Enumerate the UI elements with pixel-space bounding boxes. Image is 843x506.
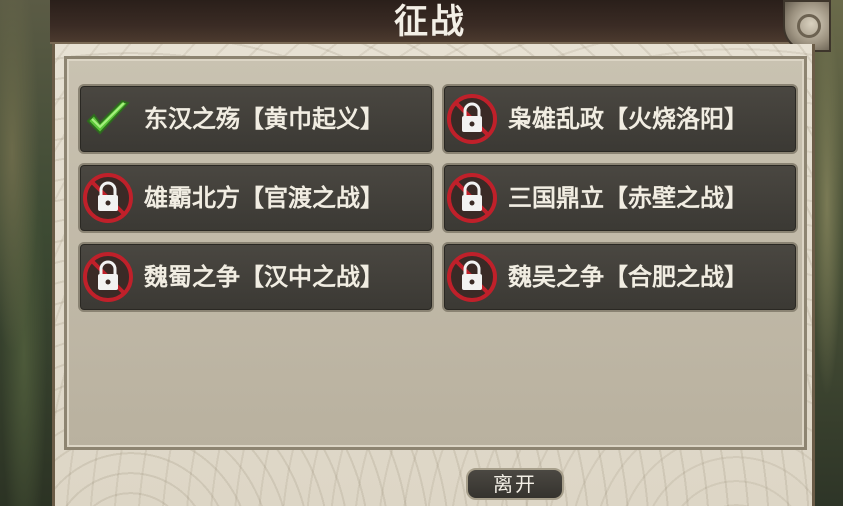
campaign-label: 三国鼎立【赤壁之战】 bbox=[508, 184, 748, 212]
campaign-label: 枭雄乱政【火烧洛阳】 bbox=[508, 105, 748, 133]
page-title: 征战 bbox=[394, 2, 466, 42]
title-bar: 征战 bbox=[50, 0, 810, 44]
lock-icon bbox=[447, 94, 497, 144]
campaign-tile-hefei[interactable]: 魏吴之争【合肥之战】 bbox=[442, 242, 798, 312]
lock-icon bbox=[83, 252, 133, 302]
campaign-tile-guandu[interactable]: 雄霸北方【官渡之战】 bbox=[78, 163, 434, 233]
campaign-label: 东汉之殇【黄巾起义】 bbox=[144, 105, 384, 133]
campaign-label: 雄霸北方【官渡之战】 bbox=[144, 184, 384, 212]
campaign-tile-red-cliffs[interactable]: 三国鼎立【赤壁之战】 bbox=[442, 163, 798, 233]
lock-icon bbox=[447, 173, 497, 223]
campaign-tile-hanzhong[interactable]: 魏蜀之争【汉中之战】 bbox=[78, 242, 434, 312]
campaign-tile-luoyang[interactable]: 枭雄乱政【火烧洛阳】 bbox=[442, 84, 798, 154]
campaign-tile-yellow-turban[interactable]: 东汉之殇【黄巾起义】 bbox=[78, 84, 434, 154]
exit-button[interactable]: 离开 bbox=[466, 468, 564, 500]
campaign-label: 魏蜀之争【汉中之战】 bbox=[144, 263, 384, 291]
lock-icon bbox=[83, 173, 133, 223]
checkmark-icon bbox=[86, 99, 130, 135]
lock-icon bbox=[447, 252, 497, 302]
campaign-label: 魏吴之争【合肥之战】 bbox=[508, 263, 748, 291]
campaign-grid: 东汉之殇【黄巾起义】 枭雄乱政【火烧洛阳】 雄霸北方【官渡之战】 三国鼎立【赤壁… bbox=[78, 84, 798, 312]
background-landscape-left bbox=[0, 0, 60, 506]
